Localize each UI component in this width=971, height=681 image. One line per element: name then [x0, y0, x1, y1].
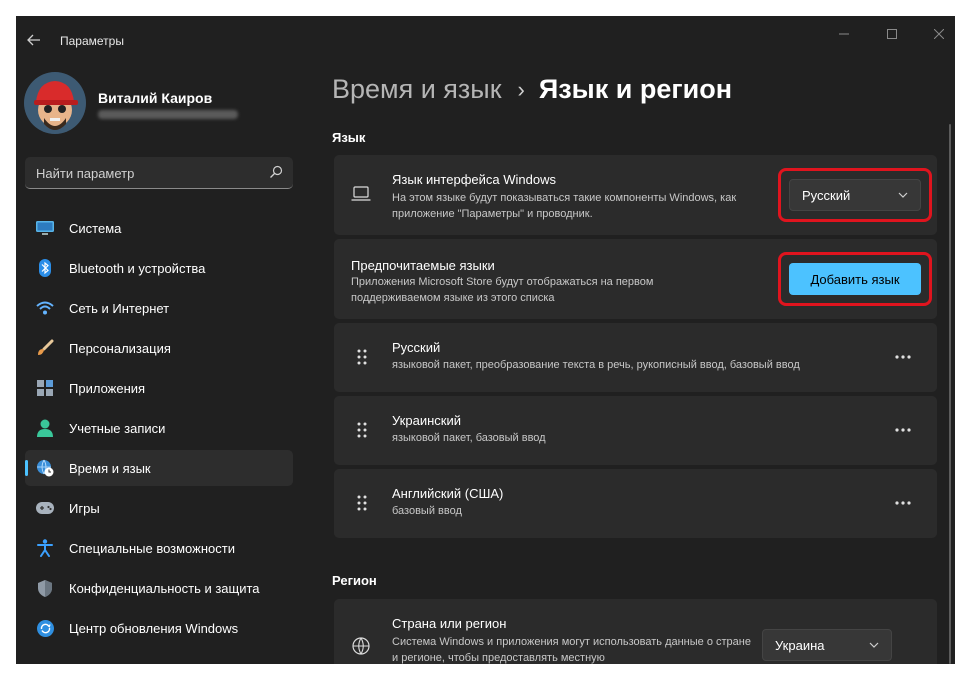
- drag-handle-icon[interactable]: [356, 422, 368, 438]
- search-input[interactable]: Найти параметр: [36, 166, 134, 181]
- sidebar-item-label: Центр обновления Windows: [69, 620, 239, 636]
- language-list-item[interactable]: Украинский языковой пакет, базовый ввод: [334, 396, 937, 465]
- sidebar-item-label: Конфиденциальность и защита: [69, 580, 260, 596]
- paintbrush-icon: [36, 339, 54, 357]
- language-name: Украинский: [392, 413, 461, 428]
- drag-handle-icon[interactable]: [356, 495, 368, 511]
- close-icon: [934, 29, 944, 39]
- sidebar-item-system[interactable]: Система: [25, 210, 293, 246]
- drag-handle-icon[interactable]: [356, 349, 368, 365]
- breadcrumb-separator: ›: [517, 76, 525, 102]
- back-button[interactable]: [22, 28, 46, 52]
- display-language-title: Язык интерфейса Windows: [392, 172, 556, 187]
- sidebar-item-windows-update[interactable]: Центр обновления Windows: [25, 610, 293, 646]
- sidebar-item-time-language[interactable]: Время и язык: [25, 450, 293, 486]
- language-list-item[interactable]: Английский (США) базовый ввод: [334, 469, 937, 538]
- avatar[interactable]: [24, 72, 86, 134]
- system-monitor-icon: [36, 219, 54, 237]
- more-horizontal-icon: [895, 428, 911, 432]
- bluetooth-icon: [36, 259, 54, 277]
- country-region-title: Страна или регион: [392, 616, 507, 631]
- language-features: языковой пакет, базовый ввод: [392, 432, 546, 444]
- preferred-languages-title: Предпочитаемые языки: [351, 258, 495, 273]
- chevron-down-icon: [869, 642, 879, 648]
- user-icon: [36, 419, 54, 437]
- section-title-region: Регион: [332, 573, 377, 588]
- sidebar-item-label: Время и язык: [69, 460, 151, 476]
- sidebar-item-label: Персонализация: [69, 340, 171, 356]
- country-region-value: Украина: [775, 637, 825, 653]
- sidebar-nav: Система Bluetooth и устройства Сеть и Ин…: [25, 210, 293, 650]
- avatar-image: [24, 72, 86, 134]
- search-box[interactable]: Найти параметр: [25, 157, 293, 189]
- country-region-dropdown[interactable]: Украина: [762, 629, 892, 661]
- more-horizontal-icon: [895, 501, 911, 505]
- shield-icon: [36, 579, 54, 597]
- language-name: Русский: [392, 340, 441, 355]
- apps-icon: [36, 379, 54, 397]
- sidebar-item-label: Учетные записи: [69, 420, 166, 436]
- globe-clock-icon: [36, 459, 54, 477]
- scrollbar-thumb[interactable]: [949, 124, 951, 664]
- accessibility-icon: [36, 539, 54, 557]
- highlight-frame-dropdown: [778, 168, 932, 222]
- sidebar-item-gaming[interactable]: Игры: [25, 490, 293, 526]
- display-language-description: На этом языке будут показываться такие к…: [392, 192, 737, 220]
- sidebar-item-network[interactable]: Сеть и Интернет: [25, 290, 293, 326]
- minimize-icon: [839, 33, 849, 35]
- close-button[interactable]: [929, 24, 949, 44]
- language-name: Английский (США): [392, 486, 504, 501]
- breadcrumb: Время и язык › Язык и регион: [332, 74, 732, 105]
- arrow-left-icon: [27, 34, 40, 46]
- sidebar-item-privacy[interactable]: Конфиденциальность и защита: [25, 570, 293, 606]
- sidebar-item-label: Игры: [69, 500, 100, 516]
- sidebar-item-accessibility[interactable]: Специальные возможности: [25, 530, 293, 566]
- sidebar-item-accounts[interactable]: Учетные записи: [25, 410, 293, 446]
- sidebar-item-label: Специальные возможности: [69, 540, 235, 556]
- language-features: базовый ввод: [392, 505, 462, 517]
- country-region-description: Система Windows и приложения могут испол…: [392, 636, 751, 664]
- more-options-button[interactable]: [891, 491, 915, 515]
- title-bar: Параметры: [16, 16, 955, 64]
- more-options-button[interactable]: [891, 345, 915, 369]
- laptop-icon: [351, 186, 371, 201]
- page-title: Язык и регион: [538, 74, 733, 104]
- wifi-icon: [36, 299, 54, 317]
- sidebar-item-label: Система: [69, 220, 122, 236]
- search-icon[interactable]: [269, 165, 283, 179]
- sidebar-item-bluetooth[interactable]: Bluetooth и устройства: [25, 250, 293, 286]
- scrollbar[interactable]: [949, 124, 952, 664]
- windows-update-icon: [36, 619, 54, 637]
- maximize-icon: [887, 29, 897, 39]
- more-horizontal-icon: [895, 355, 911, 359]
- language-features: языковой пакет, преобразование текста в …: [392, 359, 800, 371]
- preferred-languages-description: Приложения Microsoft Store будут отображ…: [351, 276, 654, 304]
- more-options-button[interactable]: [891, 418, 915, 442]
- profile-name: Виталий Каиров: [98, 90, 213, 106]
- sidebar-item-label: Приложения: [69, 380, 146, 396]
- sidebar-item-label: Сеть и Интернет: [69, 300, 170, 316]
- globe-icon: [352, 637, 370, 655]
- language-list-item[interactable]: Русский языковой пакет, преобразование т…: [334, 323, 937, 392]
- sidebar-item-apps[interactable]: Приложения: [25, 370, 293, 406]
- highlight-frame-add-button: [778, 252, 932, 306]
- maximize-button[interactable]: [882, 24, 902, 44]
- sidebar-item-label: Bluetooth и устройства: [69, 260, 206, 276]
- settings-window: Параметры Виталий Каиров Найти параметр: [16, 16, 955, 664]
- app-title: Параметры: [60, 34, 124, 48]
- profile-email-redacted: [98, 110, 238, 119]
- section-title-language: Язык: [332, 130, 366, 145]
- minimize-button[interactable]: [834, 24, 854, 44]
- sidebar-item-personalization[interactable]: Персонализация: [25, 330, 293, 366]
- breadcrumb-parent[interactable]: Время и язык: [332, 74, 502, 105]
- country-region-card: Страна или регион Система Windows и прил…: [334, 599, 937, 664]
- gamepad-icon: [36, 499, 54, 517]
